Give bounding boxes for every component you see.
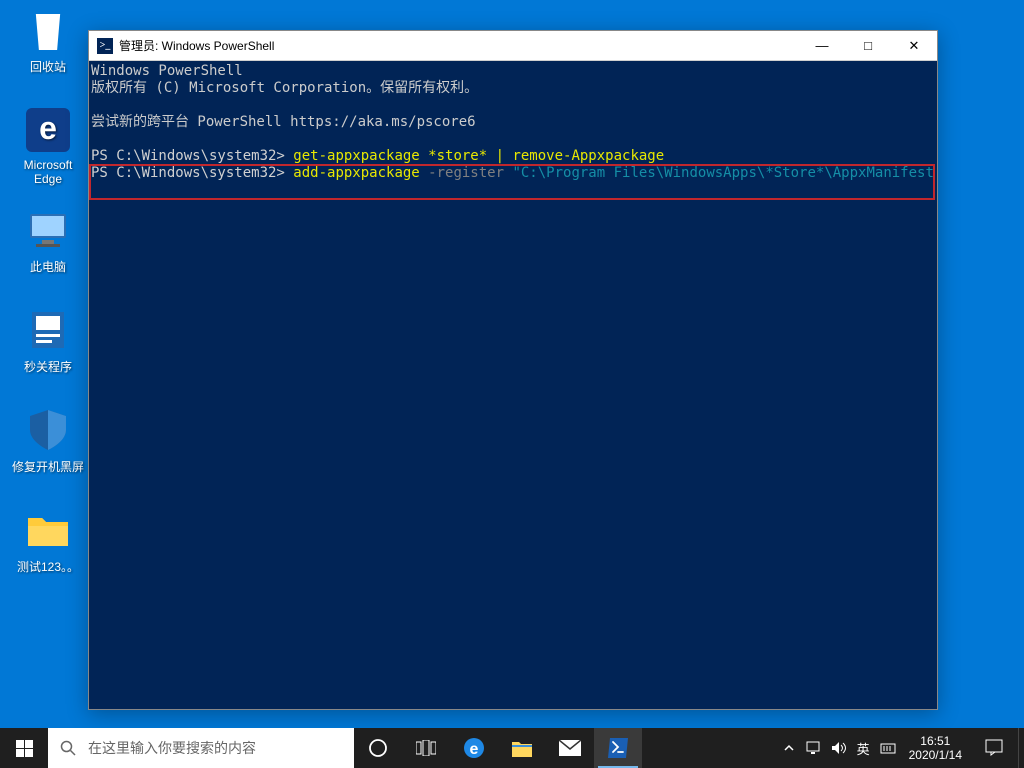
fix-blackscreen-icon[interactable]: 修复开机黑屏 [10,406,86,475]
cortana-button[interactable] [354,728,402,768]
term-line [89,131,937,148]
term-line: 版权所有 (C) Microsoft Corporation。保留所有权利。 [89,80,937,97]
system-tray: 英 16:51 2020/1/14 [778,728,1024,768]
this-pc-label: 此电脑 [10,258,86,275]
taskview-button[interactable] [402,728,450,768]
powershell-title-icon: >_ [97,38,113,54]
powershell-window: >_ 管理员: Windows PowerShell — □ ✕ Windows… [88,30,938,710]
action-center-icon[interactable] [970,728,1018,768]
term-line: 尝试新的跨平台 PowerShell https://aka.ms/pscore… [89,114,937,131]
tray-chevron-icon[interactable] [778,728,800,768]
taskbar: 在这里输入你要搜索的内容 e 英 16:51 2020/1/14 [0,728,1024,768]
taskbar-explorer-icon[interactable] [498,728,546,768]
window-title: 管理员: Windows PowerShell [119,37,274,54]
tray-ime-icon[interactable] [875,728,901,768]
close-button[interactable]: ✕ [891,31,937,61]
shutdown-app-label: 秒关程序 [10,358,86,375]
fix-blackscreen-label: 修复开机黑屏 [10,458,86,475]
shutdown-app-icon[interactable]: 秒关程序 [10,306,86,375]
svg-text:e: e [470,741,479,758]
tray-time: 16:51 [909,734,962,748]
this-pc-icon[interactable]: 此电脑 [10,206,86,275]
tray-volume-icon[interactable] [826,728,852,768]
test-folder-icon[interactable]: 测试123。。 [10,506,86,575]
search-placeholder: 在这里输入你要搜索的内容 [88,738,256,758]
show-desktop-button[interactable] [1018,728,1024,768]
terminal[interactable]: Windows PowerShell 版权所有 (C) Microsoft Co… [89,61,937,709]
maximize-button[interactable]: □ [845,31,891,61]
tray-network-icon[interactable] [800,728,826,768]
taskbar-powershell-icon[interactable] [594,728,642,768]
term-line [89,97,937,114]
start-button[interactable] [0,728,48,768]
minimize-button[interactable]: — [799,31,845,61]
edge-label: Microsoft Edge [10,158,86,186]
term-command-2: PS C:\Windows\system32> add-appxpackage … [89,165,937,182]
test-folder-label: 测试123。。 [10,558,86,575]
recycle-bin-label: 回收站 [10,58,86,75]
titlebar[interactable]: >_ 管理员: Windows PowerShell — □ ✕ [89,31,937,61]
tray-clock[interactable]: 16:51 2020/1/14 [901,734,970,762]
taskbar-mail-icon[interactable] [546,728,594,768]
edge-icon[interactable]: Microsoft Edge [10,106,86,186]
term-command-1: PS C:\Windows\system32> get-appxpackage … [89,148,937,165]
tray-date: 2020/1/14 [909,748,962,762]
search-box[interactable]: 在这里输入你要搜索的内容 [48,728,354,768]
tray-ime-label[interactable]: 英 [852,728,875,768]
taskbar-edge-icon[interactable]: e [450,728,498,768]
term-line: Windows PowerShell [89,63,937,80]
recycle-bin-icon[interactable]: 回收站 [10,6,86,75]
search-icon [48,740,88,756]
